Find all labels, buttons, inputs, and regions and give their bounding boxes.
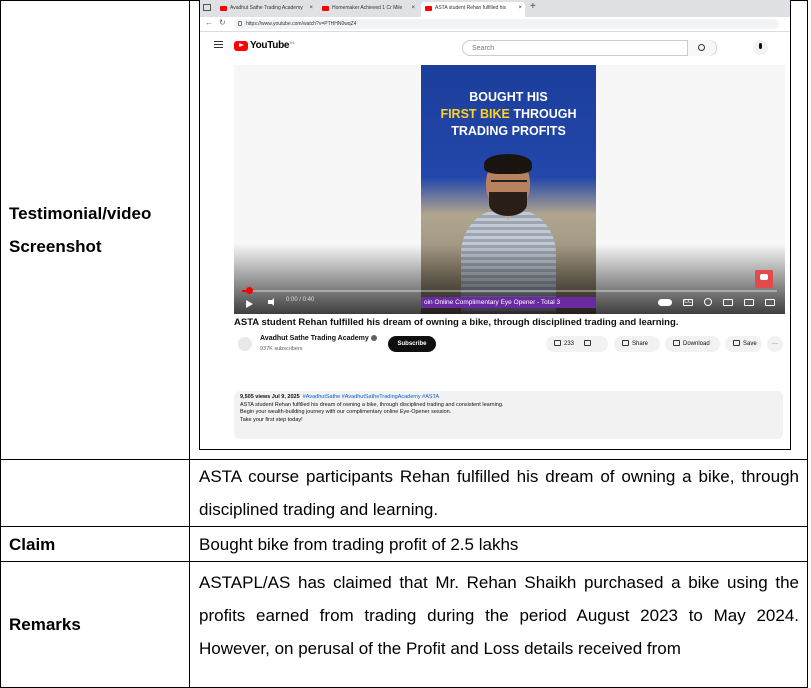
youtube-logo[interactable]: YouTube IN (234, 40, 294, 51)
ticker-banner: oin Online Complimentary Eye Opener - To… (421, 297, 596, 308)
caption-row: ASTA course participants Rehan fulfilled… (0, 459, 808, 527)
bookmark-icon (733, 340, 740, 347)
progress-bar[interactable] (242, 287, 777, 294)
testimonial-row: Testimonial/video Screenshot Avadhut Sat… (0, 0, 808, 460)
youtube-header: YouTube IN Search (200, 32, 790, 62)
browser-tab-1[interactable]: Avadhut Sathe Trading Academy × (216, 2, 316, 17)
thumbs-up-icon[interactable] (554, 340, 561, 347)
save-button[interactable]: Save (725, 336, 762, 352)
download-icon (673, 340, 680, 347)
browser-tab-bar: Avadhut Sathe Trading Academy × Homemake… (200, 0, 790, 17)
play-icon[interactable] (246, 300, 253, 308)
back-arrow-icon[interactable]: ← (205, 18, 213, 27)
like-dislike-group[interactable]: 233 (546, 336, 608, 352)
like-count: 233 (564, 341, 575, 347)
url-text: https://www.youtube.com/watch?v=PTHHN0wq… (246, 21, 357, 27)
channel-bar: Avadhut Sathe Trading Academy 937K subsc… (234, 333, 785, 359)
report-table: Testimonial/video Screenshot Avadhut Sat… (0, 0, 808, 688)
description-line3: Take your first step today! (240, 416, 303, 423)
save-label: Save (743, 341, 757, 347)
youtube-logo-text: YouTube (250, 40, 290, 51)
tab-label: Avadhut Sathe Trading Academy (230, 5, 303, 11)
remarks-row: Remarks ASTAPL/AS has claimed that Mr. R… (0, 561, 808, 688)
address-bar: ← ↻ https://www.youtube.com/watch?v=PTHH… (200, 17, 790, 32)
channel-avatar[interactable] (238, 337, 252, 351)
browser-tab-2[interactable]: Homemaker Achieved 1 Cr Mile × (318, 2, 418, 17)
search-input[interactable]: Search (462, 40, 717, 56)
claim-row: Claim Bought bike from trading profit of… (0, 526, 808, 562)
more-actions-button[interactable]: ··· (767, 336, 783, 352)
subscribe-watermark-icon[interactable] (755, 270, 773, 288)
thumbnail-line2: THROUGH (509, 107, 577, 121)
volume-icon[interactable] (268, 298, 274, 306)
screenshot-cell: Avadhut Sathe Trading Academy × Homemake… (189, 0, 808, 460)
player-controls: 0:00 / 0:40 oin Online Complimentary Eye… (234, 287, 785, 314)
description-line1: ASTA student Rehan fulfilled his dream o… (240, 401, 504, 408)
testimonial-label-line2: Screenshot (9, 237, 102, 256)
video-player[interactable]: BOUGHT HIS FIRST BIKE THROUGH TRADING PR… (234, 65, 785, 314)
view-count-date: 9,505 views Jul 9, 2025 (240, 394, 300, 400)
thumbs-down-icon[interactable] (584, 340, 592, 347)
settings-gear-icon[interactable] (704, 298, 712, 306)
claim-label: Claim (0, 526, 190, 562)
thumbnail-line1: BOUGHT HIS (469, 90, 548, 104)
channel-name[interactable]: Avadhut Sathe Trading Academy (260, 335, 377, 342)
window-menu-icon (203, 4, 211, 11)
youtube-page: YouTube IN Search BOUGHT HIS FIRST BIKE … (200, 32, 790, 449)
testimonial-label: Testimonial/video Screenshot (9, 197, 189, 263)
thumbnail-highlight: FIRST BIKE (440, 107, 510, 121)
video-description[interactable]: 9,505 views Jul 9, 2025 #AvadhutSathe #A… (234, 391, 783, 439)
download-label: Download (683, 341, 710, 347)
close-tab-icon[interactable]: × (411, 2, 415, 15)
description-hashtags[interactable]: #AvadhutSathe #AvadhutSatheTradingAcadem… (303, 394, 439, 400)
youtube-play-icon (234, 40, 248, 51)
thumbnail-title: BOUGHT HIS FIRST BIKE THROUGH TRADING PR… (421, 89, 596, 140)
remarks-label: Remarks (0, 561, 190, 688)
youtube-region-label: IN (290, 40, 295, 45)
reload-icon[interactable]: ↻ (219, 18, 226, 27)
tab-label: ASTA student Rehan fulfilled his (435, 5, 507, 11)
search-icon[interactable] (687, 40, 716, 56)
embedded-youtube-screenshot: Avadhut Sathe Trading Academy × Homemake… (199, 0, 791, 450)
download-button[interactable]: Download (665, 336, 720, 352)
remarks-text: ASTAPL/AS has claimed that Mr. Rehan Sha… (189, 561, 808, 688)
url-field[interactable]: https://www.youtube.com/watch?v=PTHHN0wq… (234, 19, 779, 29)
testimonial-label-cell: Testimonial/video Screenshot (0, 0, 190, 460)
caption-label-cell (0, 459, 190, 527)
search-placeholder: Search (472, 45, 495, 52)
close-tab-icon[interactable]: × (518, 2, 522, 15)
channel-subscribers: 937K subscribers (260, 346, 303, 352)
video-title: ASTA student Rehan fulfilled his dream o… (234, 317, 679, 328)
share-label: Share (632, 341, 649, 347)
tab-label: Homemaker Achieved 1 Cr Mile (332, 5, 403, 11)
miniplayer-icon[interactable] (723, 298, 733, 306)
hamburger-menu-icon[interactable] (214, 41, 223, 50)
youtube-favicon-icon (220, 6, 227, 11)
subscribe-button[interactable]: Subscribe (388, 336, 436, 352)
testimonial-label-line1: Testimonial/video (9, 204, 152, 223)
channel-name-text: Avadhut Sathe Trading Academy (260, 335, 369, 342)
testimonial-caption: ASTA course participants Rehan fulfilled… (189, 459, 808, 527)
thumbnail-line3: TRADING PROFITS (451, 124, 566, 138)
share-icon (622, 340, 629, 347)
claim-text: Bought bike from trading profit of 2.5 l… (189, 526, 808, 562)
fullscreen-icon[interactable] (765, 298, 775, 306)
browser-tab-3-active[interactable]: ASTA student Rehan fulfilled his × (421, 2, 525, 17)
close-tab-icon[interactable]: × (309, 2, 313, 15)
share-button[interactable]: Share (614, 336, 660, 352)
new-tab-icon[interactable]: + (530, 1, 536, 12)
site-info-icon[interactable] (238, 21, 242, 26)
captions-icon[interactable]: CC (683, 298, 693, 306)
microphone-icon[interactable] (753, 40, 768, 55)
autoplay-toggle-icon[interactable] (658, 298, 672, 306)
verified-icon (370, 335, 377, 342)
youtube-favicon-icon (322, 6, 329, 11)
description-line2: Begin your wealth-building journey with … (240, 409, 452, 416)
youtube-favicon-icon (425, 6, 432, 11)
player-time: 0:00 / 0:40 (286, 297, 315, 303)
theater-mode-icon[interactable] (744, 298, 754, 306)
